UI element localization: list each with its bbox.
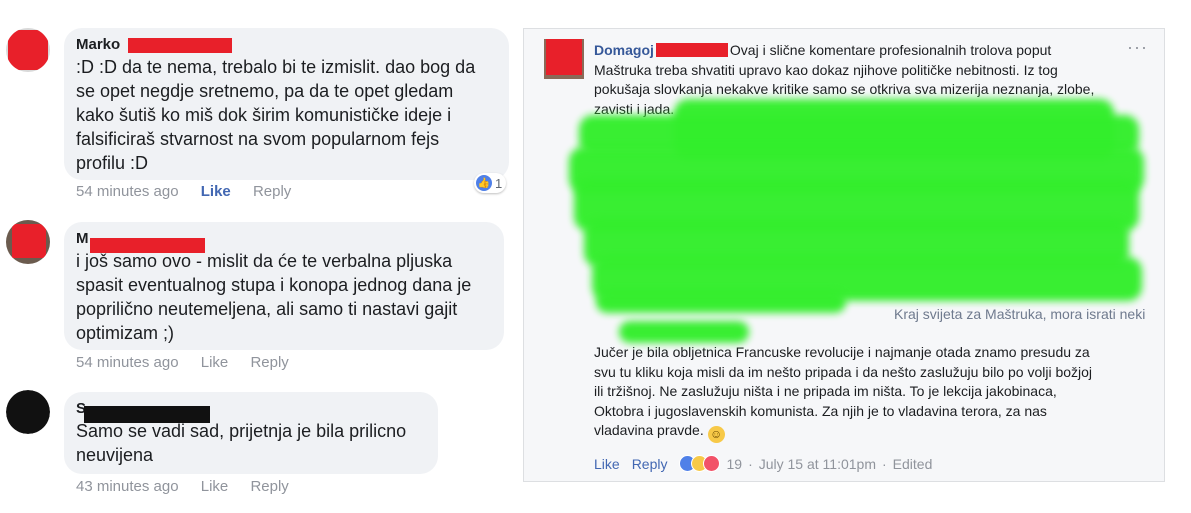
- text-line: spasit eventualnog stupa i konopa jednog…: [76, 275, 472, 295]
- comment-time[interactable]: 54 minutes ago: [76, 183, 179, 200]
- redaction-bar: [84, 406, 210, 423]
- post-meta: Like Reply 19 · July 15 at 11:01pm · Edi…: [594, 455, 932, 472]
- reply-button[interactable]: Reply: [250, 354, 288, 371]
- reaction-icons[interactable]: [679, 455, 721, 472]
- more-options-icon[interactable]: ···: [1127, 37, 1148, 58]
- avatar[interactable]: [6, 28, 50, 72]
- comment-text: Samo se vadi sad, prijetnja je bila pril…: [76, 419, 426, 467]
- comment-bubble: M i još samo ovo - mislit da će te verba…: [64, 222, 504, 350]
- redaction-scribble: [619, 321, 749, 343]
- separator: ·: [882, 455, 887, 472]
- text-line: kako šutiš ko miš dok širim komunističke…: [76, 105, 452, 125]
- text-line: optimizam ;): [76, 323, 175, 343]
- comment-bubble: Marko :D :D da te nema, trebalo bi te iz…: [64, 28, 509, 180]
- text-line: vladavina pravde. ☺: [594, 421, 1114, 443]
- text-line: svu tu kliku koja misli da im nešto prip…: [594, 363, 1093, 380]
- redaction-block: [8, 30, 48, 70]
- text-line: profilu :D: [76, 153, 149, 173]
- text-line: falsificiraš stvarnost na svom popularno…: [76, 129, 440, 149]
- reply-button[interactable]: Reply: [250, 478, 288, 495]
- comment-author[interactable]: Marko: [76, 36, 497, 55]
- redaction-bar: [90, 238, 205, 253]
- author-name[interactable]: Marko: [76, 36, 120, 53]
- comment-time[interactable]: 43 minutes ago: [76, 478, 179, 495]
- text-line: ili tržišnoj. Ne zaslužuju ništa i ne pr…: [594, 383, 1057, 399]
- edited-label[interactable]: Edited: [893, 456, 933, 472]
- text-line: Jučer je bila obljetnica Francuske revol…: [594, 344, 1090, 360]
- comment-author[interactable]: M: [76, 230, 492, 253]
- post-time[interactable]: July 15 at 11:01pm: [759, 456, 876, 472]
- redaction-scribble: [596, 291, 846, 313]
- reaction-count: 19: [726, 455, 743, 472]
- text-line: pokušaja slovkanja nekakve kritike samo …: [594, 81, 1095, 97]
- text-line: neuvijena: [76, 445, 154, 465]
- text-line: :D :D da te nema, trebalo bi te izmislit…: [76, 57, 476, 77]
- post-author[interactable]: Domagoj: [594, 42, 654, 58]
- love-reaction-icon: [703, 455, 721, 472]
- comment-text: :D :D da te nema, trebalo bi te izmislit…: [76, 55, 497, 175]
- like-button[interactable]: Like: [201, 354, 229, 371]
- redaction-bar: [128, 38, 232, 53]
- comment-time[interactable]: 54 minutes ago: [76, 354, 179, 371]
- smile-emoji-icon: ☺: [707, 426, 725, 443]
- text-line: Maštruka treba shvatiti upravo kao dokaz…: [594, 61, 1058, 78]
- reaction-summary[interactable]: 👍 1: [474, 173, 507, 193]
- post-first-line: Domagoj Ovaj i slične komentare profesion…: [594, 41, 1114, 61]
- comment-meta: 54 minutes ago Like Reply: [76, 354, 307, 371]
- avatar[interactable]: [6, 220, 50, 264]
- comment-text: i još samo ovo - mislit da će te verbaln…: [76, 249, 492, 345]
- text-line: Kraj svijeta za Maštruka, mora israti ne…: [894, 306, 1146, 322]
- like-button[interactable]: Like: [201, 183, 231, 200]
- redaction-bar: [655, 43, 728, 57]
- text-line: se opet negdje sretnemo, pa da te opet g…: [76, 81, 454, 101]
- comment-meta: 43 minutes ago Like Reply: [76, 478, 307, 495]
- avatar[interactable]: [6, 390, 50, 434]
- text-line: Ovaj i slične komentare profesionalnih t…: [729, 42, 1052, 58]
- comments-column: Marko :D :D da te nema, trebalo bi te iz…: [0, 0, 520, 513]
- redaction-block: [546, 39, 582, 75]
- text-line: Oktobra i jugoslavenskih komunista. Za n…: [594, 402, 1047, 419]
- reply-button[interactable]: Reply: [632, 456, 668, 472]
- reaction-count: 1: [495, 175, 503, 191]
- text-line: popriličnо neutemeljena, ali samo ti nas…: [76, 299, 458, 319]
- reply-button[interactable]: Reply: [253, 183, 291, 200]
- embedded-post-comment: ··· Domagoj Ovaj i slične komentare profe…: [523, 28, 1165, 482]
- like-button[interactable]: Like: [594, 456, 620, 472]
- author-name[interactable]: M: [76, 230, 89, 247]
- comment-meta: 54 minutes ago Like Reply: [76, 183, 309, 200]
- redaction-block: [6, 390, 50, 434]
- like-button[interactable]: Like: [201, 478, 229, 495]
- text-line: vladavina pravde.: [594, 422, 704, 438]
- separator: ·: [748, 455, 753, 472]
- avatar[interactable]: [544, 39, 584, 79]
- comment-author[interactable]: S: [76, 400, 426, 423]
- redaction-block: [12, 224, 46, 258]
- comment-bubble: S Samo se vadi sad, prijetnja je bila pr…: [64, 392, 438, 474]
- like-reaction-icon: 👍: [476, 175, 492, 191]
